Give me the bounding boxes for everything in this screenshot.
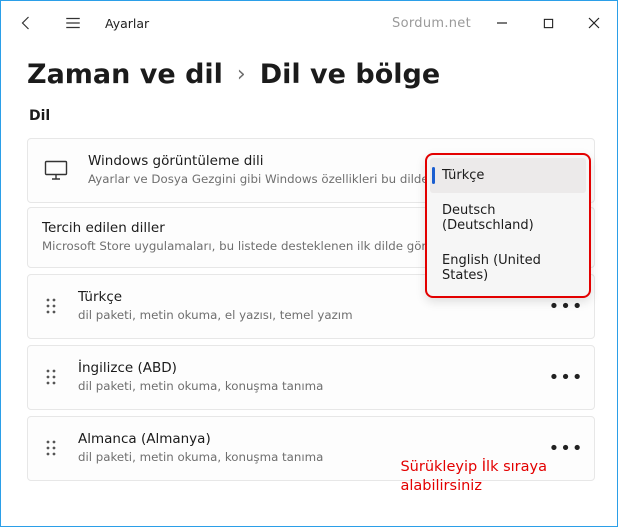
annotation-line: Sürükleyip İlk sıraya (400, 458, 547, 477)
more-button[interactable]: ••• (550, 296, 582, 317)
breadcrumb: Zaman ve dil › Dil ve bölge (27, 59, 595, 90)
titlebar: Ayarlar Sordum.net (1, 1, 617, 45)
dropdown-option[interactable]: Türkçe (430, 158, 586, 193)
minimize-button[interactable] (479, 7, 525, 39)
drag-handle-icon[interactable] (42, 368, 60, 386)
language-name: Almanca (Almanya) (78, 431, 532, 447)
app-title: Ayarlar (105, 16, 149, 31)
breadcrumb-root[interactable]: Zaman ve dil (27, 59, 223, 90)
language-item[interactable]: İngilizce (ABD) dil paketi, metin okuma,… (27, 345, 595, 410)
annotation-text: Sürükleyip İlk sıraya alabilirsiniz (400, 458, 547, 496)
back-button[interactable] (7, 3, 47, 43)
titlebar-right: Sordum.net (392, 7, 617, 39)
language-name: İngilizce (ABD) (78, 360, 532, 376)
monitor-icon (42, 160, 70, 180)
page-title: Dil ve bölge (260, 59, 440, 90)
language-features: dil paketi, metin okuma, el yazısı, teme… (78, 308, 532, 324)
chevron-right-icon: › (237, 62, 246, 87)
drag-handle-icon[interactable] (42, 297, 60, 315)
language-list: Türkçe dil paketi, metin okuma, el yazıs… (27, 274, 595, 481)
section-label-language: Dil (29, 108, 595, 124)
menu-button[interactable] (53, 3, 93, 43)
dropdown-option[interactable]: Deutsch (Deutschland) (430, 193, 586, 243)
drag-handle-icon[interactable] (42, 439, 60, 457)
more-button[interactable]: ••• (550, 438, 582, 459)
settings-window: Ayarlar Sordum.net Zaman ve dil › Dil ve… (0, 0, 618, 527)
watermark-text: Sordum.net (392, 16, 471, 31)
language-item-body: İngilizce (ABD) dil paketi, metin okuma,… (78, 360, 532, 395)
close-button[interactable] (571, 7, 617, 39)
maximize-button[interactable] (525, 7, 571, 39)
more-button[interactable]: ••• (550, 367, 582, 388)
annotation-line: alabilirsiniz (400, 477, 547, 496)
titlebar-left: Ayarlar (7, 3, 149, 43)
display-language-dropdown[interactable]: Türkçe Deutsch (Deutschland) English (Un… (425, 153, 591, 298)
language-features: dil paketi, metin okuma, konuşma tanıma (78, 379, 532, 395)
dropdown-option[interactable]: English (United States) (430, 243, 586, 293)
